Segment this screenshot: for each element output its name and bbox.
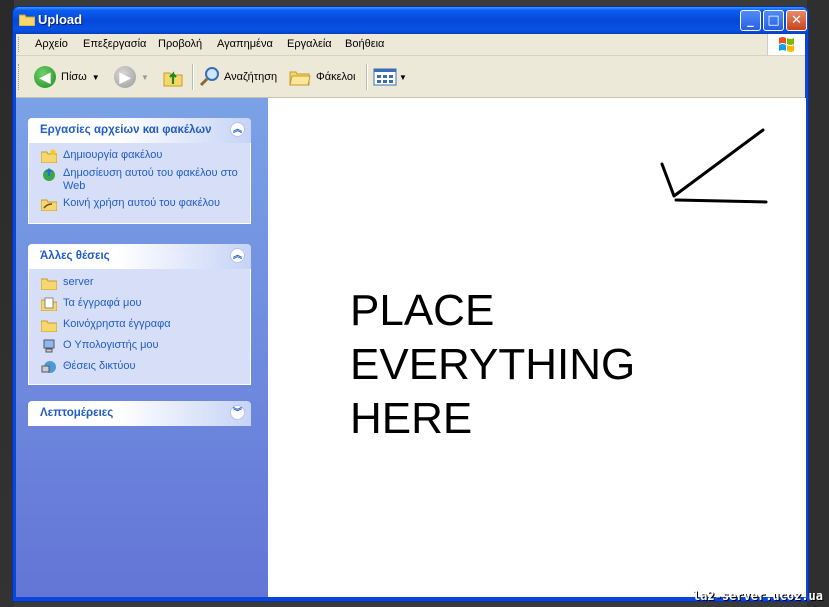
collapse-icon[interactable]: ︽ xyxy=(230,248,245,263)
back-button[interactable]: ◀ Πίσω ▼ xyxy=(34,64,100,90)
folder-icon xyxy=(41,278,57,290)
folders-icon xyxy=(289,71,311,86)
place-network-places[interactable]: Θέσεις δικτύου xyxy=(41,360,240,374)
place-shared-documents[interactable]: Κοινόχρηστα έγγραφα xyxy=(41,318,240,332)
share-folder-icon xyxy=(41,199,57,211)
back-label: Πίσω xyxy=(61,71,87,83)
toolbar-separator xyxy=(366,64,368,90)
watermark: la2-server.ucoz.ua xyxy=(692,589,823,603)
place-server[interactable]: server xyxy=(41,276,240,290)
minimize-button[interactable]: _ xyxy=(740,10,761,31)
task-label: Δημοσίευση αυτού του φακέλου στο Web xyxy=(63,167,238,192)
place-label: server xyxy=(63,276,94,288)
menu-grip[interactable] xyxy=(18,37,22,52)
hand-drawn-arrow xyxy=(660,128,768,204)
expand-icon[interactable]: ︾ xyxy=(230,405,245,420)
windows-logo-icon xyxy=(767,34,805,55)
details-panel-title: Λεπτομέρειες xyxy=(40,407,114,419)
places-panel-title: Άλλες θέσεις xyxy=(40,250,110,262)
up-folder-button[interactable] xyxy=(162,64,184,90)
menu-help[interactable]: Βοήθεια xyxy=(345,38,384,50)
forward-arrow-icon: ▶ xyxy=(114,66,136,88)
views-icon xyxy=(373,68,397,86)
place-my-documents[interactable]: Τα έγγραφά μου xyxy=(41,297,240,311)
forward-dropdown-icon[interactable]: ▼ xyxy=(141,73,149,82)
new-folder-icon xyxy=(41,149,57,163)
search-button[interactable]: Αναζήτηση xyxy=(199,64,277,90)
collapse-icon[interactable]: ︽ xyxy=(230,122,245,137)
title-bar[interactable]: Upload _ □ ✕ xyxy=(13,7,808,34)
menu-edit[interactable]: Επεξεργασία xyxy=(83,38,146,50)
place-label: Κοινόχρηστα έγγραφα xyxy=(63,318,171,330)
back-arrow-icon: ◀ xyxy=(34,66,56,88)
details-panel-header[interactable]: Λεπτομέρειες ︾ xyxy=(28,401,251,426)
search-label: Αναζήτηση xyxy=(224,71,278,83)
menu-bar: Αρχείο Επεξεργασία Προβολή Αγαπημένα Εργ… xyxy=(16,34,805,56)
toolbar: ◀ Πίσω ▼ ▶ ▼ Αναζήτηση Φάκελοι ▼ xyxy=(16,56,805,98)
menu-tools[interactable]: Εργαλεία xyxy=(287,38,332,50)
network-places-icon xyxy=(41,361,56,373)
folder-icon xyxy=(41,320,57,332)
menu-favorites[interactable]: Αγαπημένα xyxy=(217,38,273,50)
menu-view[interactable]: Προβολή xyxy=(158,38,202,50)
toolbar-separator xyxy=(192,64,194,90)
places-panel-header[interactable]: Άλλες θέσεις ︽ xyxy=(28,244,251,269)
task-new-folder[interactable]: Δημιουργία φακέλου xyxy=(41,149,240,163)
views-button[interactable]: ▼ xyxy=(373,64,407,90)
folders-button[interactable]: Φάκελοι xyxy=(289,64,355,90)
tasks-panel-header[interactable]: Εργασίες αρχείων και φακέλων ︽ xyxy=(28,118,251,143)
folder-content-area[interactable]: PLACE EVERYTHING HERE xyxy=(268,98,806,599)
task-publish-web[interactable]: Δημοσίευση αυτού του φακέλου στο Web xyxy=(41,167,240,193)
tasks-panel: Εργασίες αρχείων και φακέλων ︽ Δημιουργί… xyxy=(28,118,251,224)
publish-web-icon xyxy=(43,168,55,181)
search-icon xyxy=(199,67,219,87)
place-label: Ο Υπολογιστής μου xyxy=(63,339,159,351)
my-computer-icon xyxy=(43,339,55,353)
forward-button[interactable]: ▶ ▼ xyxy=(114,64,149,90)
views-dropdown-icon[interactable]: ▼ xyxy=(399,73,407,82)
task-share-folder[interactable]: Κοινή χρήση αυτού του φακέλου xyxy=(41,197,240,211)
window-bottom-border xyxy=(13,597,810,601)
toolbar-grip[interactable] xyxy=(18,64,22,90)
maximize-button[interactable]: □ xyxy=(763,10,784,31)
back-dropdown-icon[interactable]: ▼ xyxy=(92,73,100,82)
places-panel: Άλλες θέσεις ︽ server Τα έγγραφά μου Κοι… xyxy=(28,244,251,385)
annotation-text: PLACE EVERYTHING HERE xyxy=(350,286,636,443)
menu-file[interactable]: Αρχείο xyxy=(35,38,68,50)
place-label: Θέσεις δικτύου xyxy=(63,360,136,372)
place-label: Τα έγγραφά μου xyxy=(63,297,142,309)
task-label: Δημιουργία φακέλου xyxy=(63,149,163,161)
place-my-computer[interactable]: Ο Υπολογιστής μου xyxy=(41,339,240,353)
close-button[interactable]: ✕ xyxy=(786,10,807,31)
tasks-panel-title: Εργασίες αρχείων και φακέλων xyxy=(40,124,212,136)
window-title: Upload xyxy=(38,12,83,27)
my-documents-icon xyxy=(41,297,57,311)
folders-label: Φάκελοι xyxy=(316,71,356,83)
folder-icon xyxy=(19,14,35,26)
background-app-strip-right xyxy=(807,0,829,607)
task-label: Κοινή χρήση αυτού του φακέλου xyxy=(63,197,221,209)
explorer-window: Upload _ □ ✕ Αρχείο Επεξεργασία Προβολή … xyxy=(12,6,810,602)
details-panel: Λεπτομέρειες ︾ xyxy=(28,401,251,426)
task-pane: Εργασίες αρχείων και φακέλων ︽ Δημιουργί… xyxy=(16,98,268,599)
folder-up-icon xyxy=(163,71,183,87)
